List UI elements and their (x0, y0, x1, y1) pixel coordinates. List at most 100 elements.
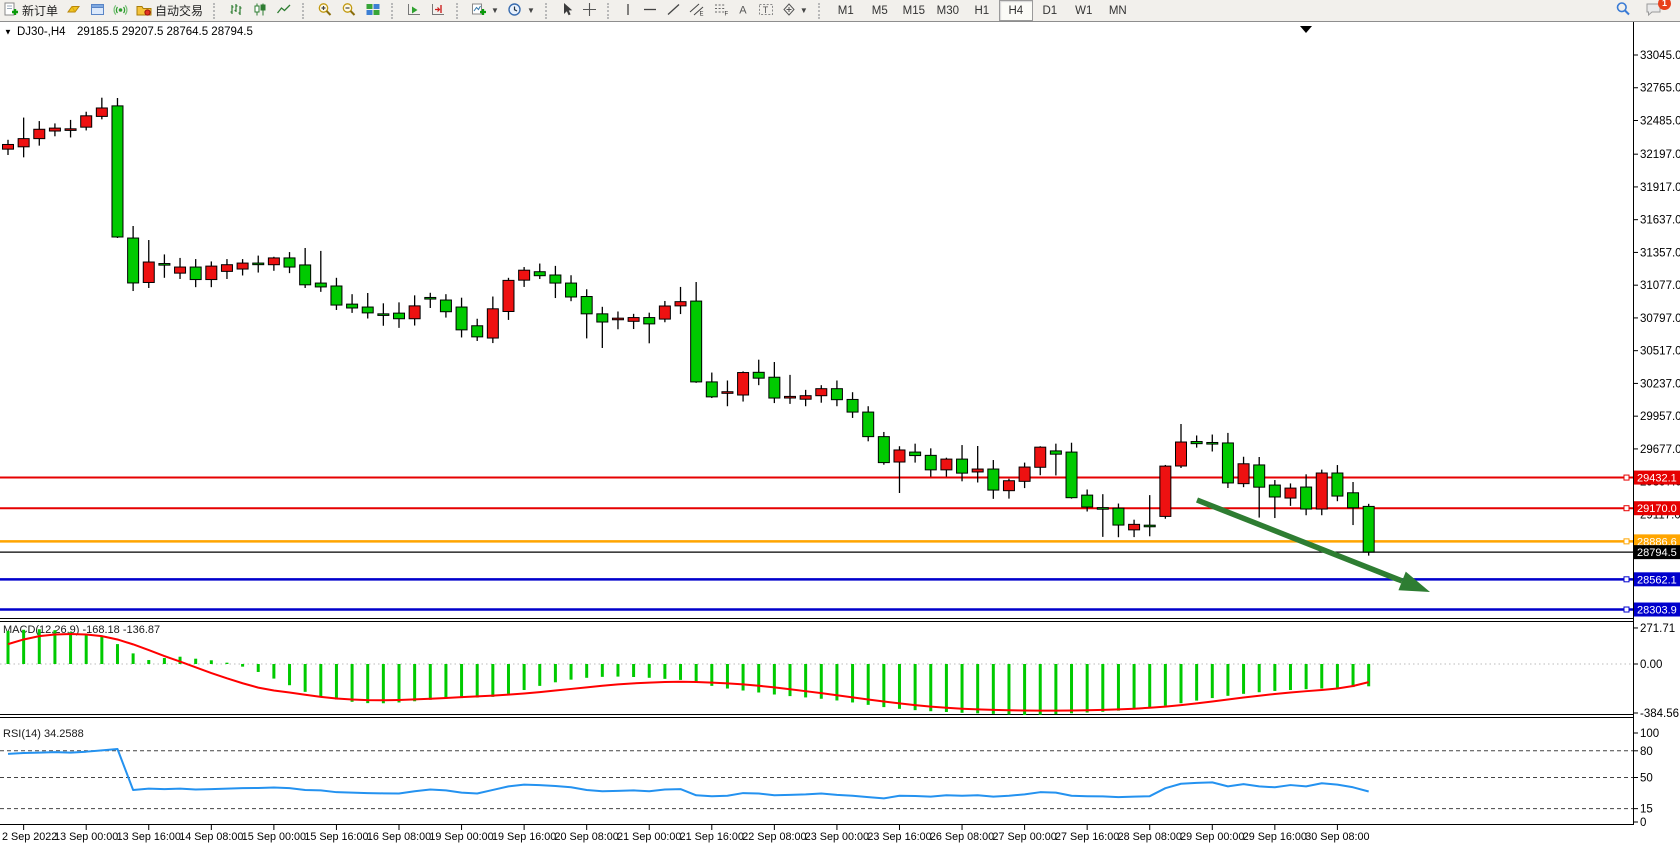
svg-text:F: F (724, 11, 728, 17)
toolbar-separator (302, 3, 309, 19)
line-chart-icon (276, 2, 292, 20)
time-axis-label: 26 Sep 08:00 (930, 831, 994, 843)
toolbar-group-right: 1 (1611, 0, 1666, 21)
zoom-in-button[interactable] (313, 0, 337, 21)
svg-text:32765.0: 32765.0 (1640, 83, 1680, 95)
svg-text:A: A (739, 4, 747, 16)
rsi-indicator-label: RSI(14) 34.2588 (3, 728, 84, 740)
candlestick-chart-button[interactable] (248, 0, 272, 21)
svg-text:30517.0: 30517.0 (1640, 346, 1680, 358)
shapes-icon (782, 2, 796, 20)
auto-scroll-button[interactable] (402, 0, 426, 21)
level-line-handle[interactable] (1624, 577, 1629, 582)
time-axis-label: 13 Sep 00:00 (54, 831, 118, 843)
timeframe-h1-button[interactable]: H1 (965, 0, 999, 21)
chart-shift-button[interactable] (426, 0, 450, 21)
text-button[interactable]: A (733, 0, 754, 21)
periods-button[interactable]: ▼ (503, 0, 539, 21)
time-axis-label: 15 Sep 00:00 (242, 831, 306, 843)
chart-canvas[interactable]: ▼ DJ30-,H4 29185.5 29207.5 28764.5 28794… (0, 0, 1680, 845)
svg-text:28794.5: 28794.5 (1637, 547, 1677, 559)
chart-ohlc-readout: 29185.5 29207.5 28764.5 28794.5 (77, 26, 253, 38)
svg-text:100: 100 (1640, 728, 1659, 740)
notification-badge: 1 (1658, 0, 1671, 10)
svg-text:30797.0: 30797.0 (1640, 313, 1680, 325)
terminal-window-button[interactable] (86, 0, 109, 21)
timeframe-m15-button[interactable]: M15 (897, 0, 931, 21)
level-line-handle[interactable] (1624, 539, 1629, 544)
timeframe-h4-button[interactable]: H4 (999, 0, 1033, 21)
toolbar-group-chart-type (224, 1, 296, 21)
timeframe-m1-button[interactable]: M1 (829, 0, 863, 21)
timeframe-d1-button[interactable]: D1 (1033, 0, 1067, 21)
horizontal-level-lines[interactable] (0, 475, 1633, 612)
vertical-line-icon (622, 2, 634, 20)
signals-button[interactable] (109, 0, 132, 21)
timeframe-mn-button[interactable]: MN (1101, 0, 1135, 21)
svg-text:271.71: 271.71 (1640, 623, 1675, 635)
time-axis-label: 29 Sep 16:00 (1243, 831, 1307, 843)
time-axis-label: 19 Sep 00:00 (429, 831, 493, 843)
horizontal-line-button[interactable] (638, 0, 662, 21)
time-axis-label: 15 Sep 16:00 (304, 831, 368, 843)
level-line-handle[interactable] (1624, 506, 1629, 511)
zoom-out-icon (341, 2, 357, 20)
toolbar-separator (213, 3, 220, 19)
tile-windows-icon (365, 2, 381, 20)
timeframe-w1-button[interactable]: W1 (1067, 0, 1101, 21)
fibonacci-button[interactable]: F (709, 0, 733, 21)
time-axis-label: 13 Sep 16:00 (117, 831, 181, 843)
toolbar-group-trade: 新订单 自动交易 (0, 1, 207, 21)
svg-text:32485.0: 32485.0 (1640, 115, 1680, 127)
text-label-button[interactable]: T (754, 0, 778, 21)
time-axis-label: 16 Sep 08:00 (367, 831, 431, 843)
tile-windows-button[interactable] (361, 0, 385, 21)
crosshair-button[interactable] (578, 0, 601, 21)
chevron-down-icon: ▼ (527, 6, 535, 15)
equidistant-channel-icon: E (689, 2, 705, 20)
level-line-handle[interactable] (1624, 475, 1629, 480)
svg-text:29957.0: 29957.0 (1640, 411, 1680, 423)
autotrade-icon (136, 2, 152, 20)
chart-shift-icon (430, 2, 446, 20)
svg-text:T: T (763, 5, 769, 15)
axis-grid (0, 664, 1633, 809)
toolbar-separator (456, 3, 463, 19)
toolbar-separator (545, 3, 552, 19)
autotrade-button[interactable]: 自动交易 (132, 0, 207, 21)
time-axis-label: 2 Sep 2022 (2, 831, 57, 843)
crosshair-icon (582, 2, 597, 20)
time-axis: 2 Sep 202213 Sep 00:0013 Sep 16:0014 Sep… (2, 825, 1370, 843)
time-axis-label: 27 Sep 16:00 (1055, 831, 1119, 843)
toolbar-separator (607, 3, 614, 19)
signal-icon (113, 2, 128, 20)
time-axis-label: 23 Sep 16:00 (867, 831, 931, 843)
timeframe-m30-button[interactable]: M30 (931, 0, 965, 21)
text-a-icon: A (737, 2, 750, 20)
svg-text:29170.0: 29170.0 (1637, 503, 1677, 515)
indicators-button[interactable]: ▼ (467, 0, 503, 21)
notifications-button[interactable]: 1 (1641, 0, 1666, 21)
vertical-line-button[interactable] (618, 0, 638, 21)
timeframe-m5-button[interactable]: M5 (863, 0, 897, 21)
trendline-button[interactable] (662, 0, 685, 21)
line-chart-button[interactable] (272, 0, 296, 21)
pane-frames (0, 22, 1634, 825)
level-line-handle[interactable] (1624, 607, 1629, 612)
svg-text:15: 15 (1640, 804, 1653, 816)
market-depth-button[interactable] (62, 0, 86, 21)
chart-collapse-arrow[interactable]: ▼ (4, 28, 12, 37)
chevron-down-icon: ▼ (800, 6, 808, 15)
new-order-button[interactable]: 新订单 (0, 0, 62, 21)
toolbar-separator (818, 3, 825, 19)
equidistant-channel-button[interactable]: E (685, 0, 709, 21)
zoom-out-button[interactable] (337, 0, 361, 21)
shapes-button[interactable]: ▼ (778, 0, 812, 21)
svg-text:80: 80 (1640, 746, 1653, 758)
cursor-button[interactable] (556, 0, 578, 21)
bar-chart-button[interactable] (224, 0, 248, 21)
clock-icon (507, 2, 523, 20)
trendline-icon (666, 2, 681, 20)
trading-terminal-window: 新订单 自动交易 (0, 0, 1680, 845)
search-button[interactable] (1611, 0, 1635, 21)
